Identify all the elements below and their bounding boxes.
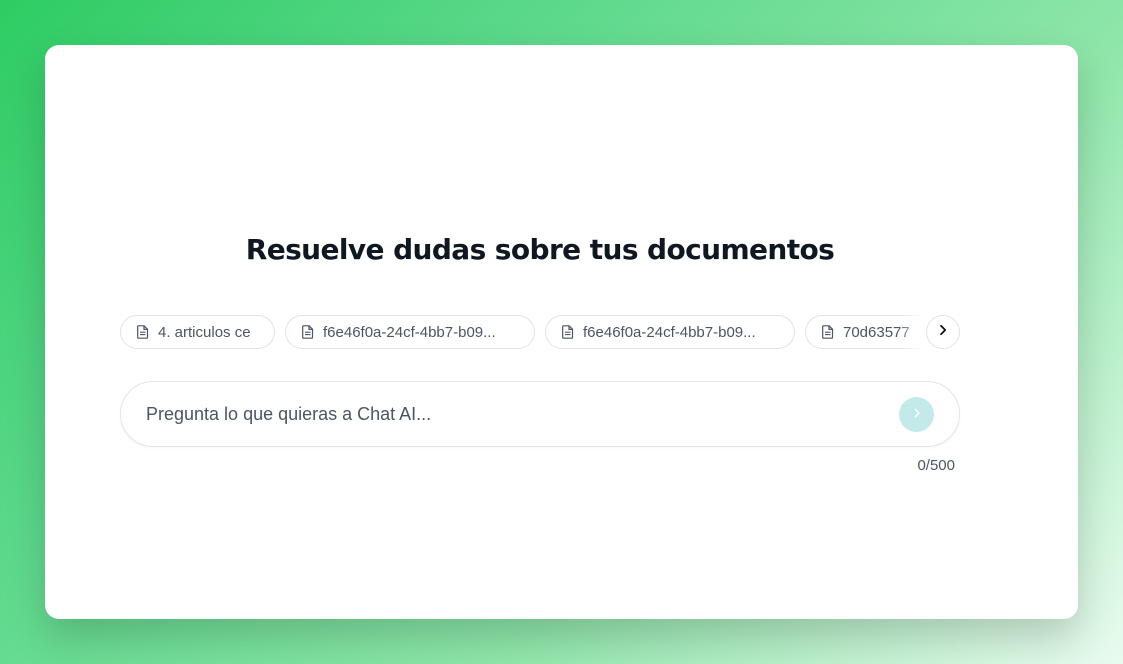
- send-button[interactable]: [899, 397, 934, 432]
- document-icon: [562, 325, 574, 339]
- document-chip-label: f6e46f0a-24cf-4bb7-b09...: [583, 323, 756, 341]
- document-chip[interactable]: f6e46f0a-24cf-4bb7-b09...: [285, 315, 535, 349]
- document-chips-row: 4. articulos ce f6e46f0a-24cf-4bb7-b09..…: [120, 315, 960, 351]
- document-icon: [302, 325, 314, 339]
- document-chip-label: 4. articulos ce: [158, 323, 251, 341]
- document-chip-label: f6e46f0a-24cf-4bb7-b09...: [323, 323, 496, 341]
- chevron-right-icon: [937, 323, 949, 341]
- chat-input-container: [120, 381, 960, 447]
- document-chip[interactable]: 4. articulos ce: [120, 315, 275, 349]
- document-chip[interactable]: f6e46f0a-24cf-4bb7-b09...: [545, 315, 795, 349]
- document-icon: [822, 325, 834, 339]
- chips-next-button[interactable]: [926, 315, 960, 349]
- character-counter: 0/500: [917, 457, 955, 474]
- document-icon: [137, 325, 149, 339]
- main-card: Resuelve dudas sobre tus documentos 4. a…: [45, 45, 1078, 619]
- page-title: Resuelve dudas sobre tus documentos: [245, 233, 835, 266]
- chips-fade-overlay: [898, 315, 924, 351]
- chevron-right-icon: [911, 407, 923, 422]
- chat-input[interactable]: [146, 382, 886, 446]
- document-chips-track: 4. articulos ce f6e46f0a-24cf-4bb7-b09..…: [120, 315, 920, 351]
